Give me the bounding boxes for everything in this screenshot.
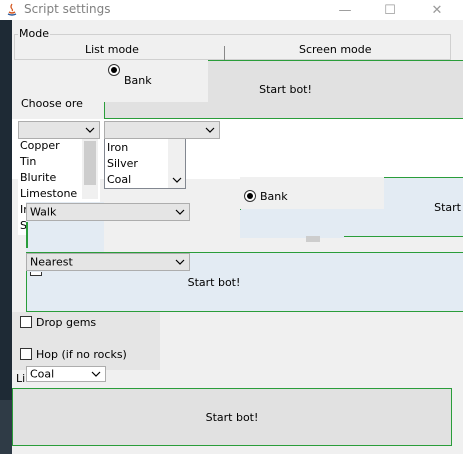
window-title: Script settings [24, 2, 111, 16]
rock-choice-value: Nearest [30, 255, 73, 269]
start-bot-label: Start bot! [205, 410, 259, 424]
list-item[interactable]: Coal [107, 173, 131, 186]
overlap-mask [104, 60, 208, 102]
mode-separator [224, 46, 225, 60]
hop-checkbox[interactable] [20, 348, 32, 360]
start-bot-label-partial: Start [434, 200, 461, 214]
ore-list-scrollbar[interactable] [82, 139, 98, 199]
maximize-icon: ☐ [384, 2, 396, 18]
choose-ore-label: Choose ore [21, 97, 83, 110]
tab-screen-mode[interactable]: Screen mode [299, 43, 372, 56]
list-item[interactable]: Limestone [20, 187, 77, 200]
bank-radio[interactable] [244, 190, 256, 202]
ore-combo-left[interactable] [18, 121, 100, 139]
start-bot-button-bottom[interactable]: Start bot! [12, 388, 452, 446]
background-strip-dark [0, 20, 12, 400]
start-bot-label: Start bot! [187, 275, 241, 289]
list-item[interactable]: Iron [107, 141, 128, 154]
movement-combo[interactable]: Walk [26, 203, 190, 221]
list-item[interactable]: Silver [107, 157, 138, 170]
ore-combo-right[interactable] [104, 121, 220, 139]
minimize-button[interactable]: — [323, 0, 367, 20]
checkbox-fragment [30, 272, 42, 276]
close-icon: ✕ [431, 2, 443, 18]
list-item[interactable]: Tin [20, 155, 36, 168]
movement-combo-value: Walk [30, 205, 57, 219]
chevron-down-icon [172, 177, 182, 183]
minimize-icon: — [338, 2, 352, 18]
close-button[interactable]: ✕ [413, 0, 461, 20]
scrollbar-thumb[interactable] [84, 141, 96, 185]
chevron-down-icon [175, 259, 185, 265]
green-edge [26, 222, 28, 248]
ore-list-right-scrollbar[interactable] [168, 139, 185, 188]
drop-gems-checkbox[interactable] [20, 316, 32, 328]
java-app-icon [5, 3, 19, 17]
chevron-down-icon [175, 209, 185, 215]
li-fragment: Li [16, 372, 26, 385]
bank-radio-label: Bank [260, 190, 288, 203]
mode-group-border [14, 34, 451, 60]
list-item[interactable]: Copper [20, 139, 60, 152]
bank-subpanel [240, 210, 344, 238]
chevron-down-icon [85, 127, 95, 133]
chevron-down-icon [91, 371, 101, 377]
tab-list-mode[interactable]: List mode [85, 43, 139, 56]
rock-choice-combo[interactable]: Nearest [26, 253, 190, 271]
bank-radio-ghost-label: Bank [124, 74, 152, 87]
small-ore-combo-value: Coal [30, 367, 55, 381]
chevron-down-icon [205, 127, 215, 133]
drop-gems-label: Drop gems [36, 316, 97, 329]
bank-radio-ghost[interactable] [108, 64, 120, 76]
hop-label: Hop (if no rocks) [36, 348, 127, 361]
scrollbar-thumb-fragment [306, 236, 320, 242]
mode-group-label: Mode [18, 27, 50, 40]
start-bot-label: Start bot! [259, 83, 312, 96]
small-ore-combo[interactable]: Coal [26, 366, 106, 382]
list-item[interactable]: Blurite [20, 171, 56, 184]
maximize-button[interactable]: ☐ [368, 0, 412, 20]
